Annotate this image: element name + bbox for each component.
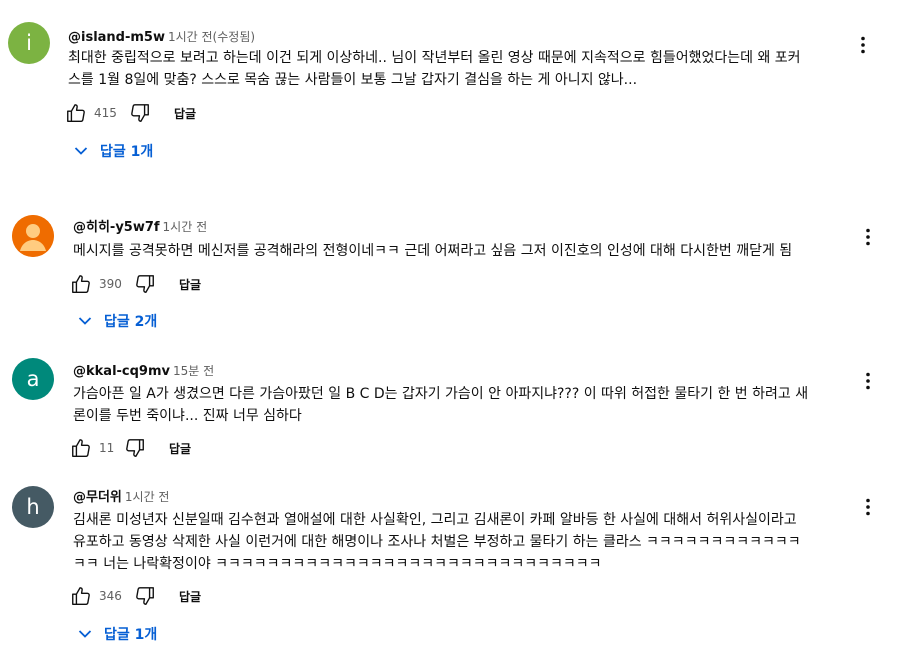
avatar-letter: i <box>26 31 32 55</box>
comment-timestamp[interactable]: 1시간 전 <box>125 490 170 504</box>
like-count: 390 <box>99 277 122 291</box>
view-replies-button[interactable]: 답글 1개 <box>74 139 153 163</box>
comment-text: 김새론 미성년자 신분일때 김수현과 열애설에 대한 사실확인, 그리고 김새론… <box>73 509 801 575</box>
default-user-icon <box>12 215 54 257</box>
comment-author[interactable]: @무더위 <box>73 490 122 505</box>
comment-header: @kkal-cq9mv 15분 전 <box>73 360 214 379</box>
view-replies-button[interactable]: 답글 2개 <box>78 309 157 333</box>
comment-actions: 346 답글 <box>69 584 201 608</box>
avatar[interactable]: h <box>12 486 54 528</box>
more-actions-icon[interactable] <box>856 225 880 249</box>
reply-button[interactable]: 답글 <box>169 440 191 457</box>
dislike-icon[interactable] <box>133 272 157 296</box>
comment-header: @히히-y5w7f 1시간 전 <box>73 216 207 235</box>
comment-actions: 415 답글 <box>64 101 196 125</box>
like-icon[interactable] <box>69 584 93 608</box>
chevron-down-icon <box>78 316 92 326</box>
like-icon[interactable] <box>69 272 93 296</box>
reply-button[interactable]: 답글 <box>179 588 201 605</box>
dislike-icon[interactable] <box>123 436 147 460</box>
chevron-down-icon <box>78 629 92 639</box>
avatar[interactable]: a <box>12 358 54 400</box>
reply-button[interactable]: 답글 <box>179 276 201 293</box>
dislike-icon[interactable] <box>133 584 157 608</box>
comment-actions: 11 답글 <box>69 436 191 460</box>
comment-text-line: 스를 1월 8일에 맞춤? 스스로 목숨 끊는 사람들이 보통 그날 갑자기 결… <box>68 72 638 88</box>
like-icon[interactable] <box>64 101 88 125</box>
comment-author[interactable]: @kkal-cq9mv <box>73 364 170 379</box>
like-count: 346 <box>99 589 122 603</box>
comment-text: 메시지를 공격못하면 메신저를 공격해라의 전형이네ㅋㅋ 근데 어쩌라고 싶음 … <box>73 240 792 262</box>
more-actions-icon[interactable] <box>856 495 880 519</box>
comment-text: 가슴아픈 일 A가 생겼으면 다른 가슴아팠던 일 B C D는 갑자기 가슴이… <box>73 383 808 427</box>
more-actions-icon[interactable] <box>856 369 880 393</box>
comment-timestamp[interactable]: 1시간 전(수정됨) <box>168 30 255 44</box>
more-actions-icon[interactable] <box>851 33 875 57</box>
avatar-letter: h <box>26 495 40 519</box>
comment-text-line: 최대한 중립적으로 보려고 하는데 이건 되게 이상하네.. 님이 작년부터 올… <box>68 50 801 66</box>
like-count: 415 <box>94 106 117 120</box>
comment-text-line: 김새론 미성년자 신분일때 김수현과 열애설에 대한 사실확인, 그리고 김새론… <box>73 512 797 528</box>
comment-text-line: 가슴아픈 일 A가 생겼으면 다른 가슴아팠던 일 B C D는 갑자기 가슴이… <box>73 386 809 402</box>
replies-count-label: 답글 1개 <box>100 144 154 160</box>
dislike-icon[interactable] <box>128 101 152 125</box>
avatar-letter: a <box>26 367 40 391</box>
comment-timestamp[interactable]: 15분 전 <box>173 364 214 378</box>
comment-actions: 390 답글 <box>69 272 201 296</box>
like-icon[interactable] <box>69 436 93 460</box>
comment-text-line: 유포하고 동영상 삭제한 사실 이런거에 대한 해명이나 조사나 처벌은 부정하… <box>73 534 801 550</box>
comment-timestamp[interactable]: 1시간 전 <box>163 220 208 234</box>
comment-text-line: ㅋㅋ 너는 나락확정이야 ㅋㅋㅋㅋㅋㅋㅋㅋㅋㅋㅋㅋㅋㅋㅋㅋㅋㅋㅋㅋㅋㅋㅋㅋㅋㅋㅋ… <box>73 556 602 572</box>
comment-text: 최대한 중립적으로 보려고 하는데 이건 되게 이상하네.. 님이 작년부터 올… <box>68 47 801 91</box>
comment-text-line: 론이를 두번 죽이냐... 진짜 너무 심하다 <box>73 408 302 424</box>
comment-author[interactable]: @island-m5w <box>68 30 165 45</box>
view-replies-button[interactable]: 답글 1개 <box>78 622 157 646</box>
like-count: 11 <box>99 441 115 455</box>
comment-author[interactable]: @히히-y5w7f <box>73 220 160 235</box>
comment-header: @무더위 1시간 전 <box>73 486 169 505</box>
reply-button[interactable]: 답글 <box>174 105 196 122</box>
comment-text-line: 메시지를 공격못하면 메신저를 공격해라의 전형이네ㅋㅋ 근데 어쩌라고 싶음 … <box>73 243 793 259</box>
avatar[interactable] <box>12 215 54 257</box>
avatar[interactable]: i <box>8 22 50 64</box>
replies-count-label: 답글 1개 <box>104 627 158 643</box>
replies-count-label: 답글 2개 <box>104 314 158 330</box>
comment-header: @island-m5w 1시간 전(수정됨) <box>68 26 255 45</box>
chevron-down-icon <box>74 146 88 156</box>
